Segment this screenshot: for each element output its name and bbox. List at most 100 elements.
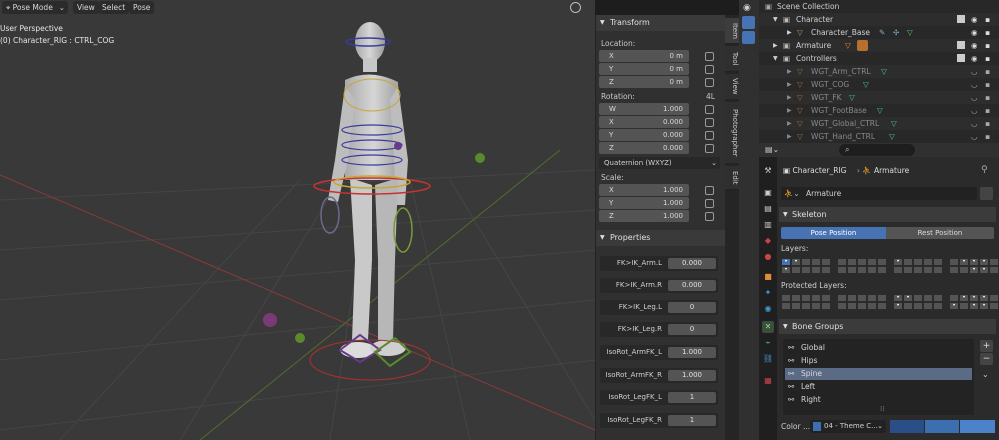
outliner-row[interactable]: ▶ ▽ WGT_FootBase ▽ ◡ ▪ <box>759 104 999 117</box>
rest-position-button[interactable]: Rest Position <box>886 227 994 239</box>
layer-toggle[interactable]: • <box>969 266 979 274</box>
skeleton-section-header[interactable]: ▼ Skeleton <box>779 207 996 222</box>
layer-toggle[interactable] <box>811 294 821 302</box>
outliner-row[interactable]: ▣ Scene Collection <box>759 0 999 13</box>
layer-toggle[interactable] <box>781 302 791 310</box>
layer-toggle[interactable] <box>933 258 943 266</box>
layer-toggle[interactable] <box>903 266 913 274</box>
layer-toggle[interactable] <box>989 294 999 302</box>
layer-toggle[interactable] <box>989 302 999 310</box>
camera-icon[interactable]: ▪ <box>985 130 990 143</box>
layer-toggle[interactable]: • <box>893 258 903 266</box>
scene-tab-icon[interactable]: ◆ <box>762 235 774 247</box>
scale-y-field[interactable]: Y 1.000 <box>599 197 689 209</box>
object-tab-icon[interactable]: ■ <box>762 271 774 283</box>
texture-tab-icon[interactable]: ▦ <box>762 375 774 387</box>
render-tab-icon[interactable]: ▣ <box>762 187 774 199</box>
property-value-field[interactable]: 0 <box>668 324 716 335</box>
tab-view[interactable]: View <box>725 74 739 100</box>
property-value-field[interactable]: 0.000 <box>668 258 716 269</box>
layer-toggle[interactable] <box>923 266 933 274</box>
armature-datablock-field[interactable]: ⛹⌄ Armature <box>781 187 977 200</box>
camera-icon[interactable]: ▪ <box>985 91 990 104</box>
eye-closed-icon[interactable]: ◡ <box>971 78 978 91</box>
layer-toggle[interactable] <box>923 294 933 302</box>
layer-toggle[interactable]: • <box>903 294 913 302</box>
layer-toggle[interactable] <box>903 302 913 310</box>
layer-toggle[interactable] <box>791 266 801 274</box>
layer-toggle[interactable] <box>933 294 943 302</box>
layer-toggle[interactable] <box>857 294 867 302</box>
outliner-row[interactable]: ▶ ▽ WGT_Global_CTRL ▽ ◡ ▪ <box>759 117 999 130</box>
outliner-row[interactable]: ▶ ▽ WGT_Arm_CTRL ▽ ◡ ▪ <box>759 65 999 78</box>
property-value-field[interactable]: 1.000 <box>668 370 716 381</box>
bone-tab-icon[interactable]: ⌁ <box>762 337 774 349</box>
visibility-icon[interactable] <box>570 2 581 13</box>
layer-toggle[interactable] <box>781 294 791 302</box>
normal-color-swatch[interactable] <box>890 420 924 433</box>
layer-toggle[interactable] <box>791 302 801 310</box>
layer-toggle[interactable] <box>877 266 887 274</box>
layer-toggle[interactable]: • <box>949 302 959 310</box>
3d-viewport[interactable]: ⌖ Pose Mode ⌄ View Select Pose ⤢ User Pe… <box>0 0 595 440</box>
tool-tab-icon[interactable]: ⚒ <box>762 165 774 177</box>
world-tab-icon[interactable]: ● <box>762 251 774 263</box>
menu-select[interactable]: Select <box>98 1 130 14</box>
camera-icon[interactable]: ▪ <box>985 26 990 39</box>
camera-icon[interactable]: ▪ <box>985 65 990 78</box>
outliner-row[interactable]: ▶ ▽ WGT_FK ▽ ◡ ▪ <box>759 91 999 104</box>
tab-edit[interactable]: Edit <box>725 166 739 190</box>
layer-toggle[interactable] <box>791 294 801 302</box>
tab-item[interactable]: Item <box>725 18 739 44</box>
lock-icon[interactable] <box>705 186 714 195</box>
layer-toggle[interactable] <box>837 302 847 310</box>
layer-toggle[interactable] <box>821 302 831 310</box>
layer-toggle[interactable] <box>867 302 877 310</box>
lock-icon[interactable] <box>705 131 714 140</box>
layer-toggle[interactable] <box>811 258 821 266</box>
layer-toggle[interactable]: • <box>893 302 903 310</box>
layer-toggle[interactable]: • <box>969 302 979 310</box>
active-color-swatch[interactable] <box>960 420 995 433</box>
layer-toggle[interactable] <box>867 294 877 302</box>
rotation-y-field[interactable]: Y 0.000 <box>599 129 689 141</box>
lock-icon[interactable] <box>705 118 714 127</box>
menu-pose[interactable]: Pose <box>129 1 155 14</box>
property-value-field[interactable]: 0.000 <box>668 280 716 291</box>
layer-toggle[interactable] <box>821 266 831 274</box>
layer-toggle[interactable] <box>801 302 811 310</box>
layer-toggle[interactable] <box>857 266 867 274</box>
layer-toggle[interactable] <box>913 266 923 274</box>
layer-toggle[interactable] <box>857 302 867 310</box>
output-tab-icon[interactable]: ▤ <box>762 203 774 215</box>
transform-panel-header[interactable]: ▼ Transform <box>596 15 726 31</box>
layer-toggle[interactable] <box>847 258 857 266</box>
eye-icon[interactable]: ◉ <box>743 3 754 14</box>
checkbox-icon[interactable] <box>957 54 965 62</box>
lock-icon[interactable] <box>705 212 714 221</box>
layer-toggle[interactable]: • <box>969 294 979 302</box>
layer-toggle[interactable] <box>913 294 923 302</box>
layer-toggle[interactable] <box>867 266 877 274</box>
outliner-row[interactable]: ▶ ▽ WGT_Hand_CTRL ▽ ◡ ▪ <box>759 130 999 143</box>
physics-tab-icon[interactable]: ◉ <box>762 303 774 315</box>
checkbox-icon[interactable] <box>957 15 965 23</box>
layer-toggle[interactable] <box>801 266 811 274</box>
property-value-field[interactable]: 1 <box>668 392 716 403</box>
layer-toggle[interactable] <box>811 302 821 310</box>
bone-group-item[interactable]: ⚯ Right <box>785 394 972 406</box>
layer-toggle[interactable]: • <box>979 294 989 302</box>
menu-view[interactable]: View <box>73 1 99 14</box>
layer-toggle[interactable]: • <box>979 266 989 274</box>
viewport-scene[interactable] <box>0 0 595 440</box>
property-value-field[interactable]: 0 <box>668 302 716 313</box>
layer-toggle[interactable] <box>877 294 887 302</box>
bone-group-item-selected[interactable]: ⚯ Spine <box>785 368 972 380</box>
layer-toggle[interactable]: • <box>781 258 791 266</box>
modifier-tab-icon[interactable]: ✦ <box>762 287 774 299</box>
rotation-w-field[interactable]: W 1.000 <box>599 103 689 115</box>
layer-toggle[interactable]: • <box>791 258 801 266</box>
layer-toggle[interactable] <box>877 302 887 310</box>
search-input[interactable]: ⌕ <box>839 144 915 156</box>
tab-photographer[interactable]: Photographer <box>725 102 739 164</box>
